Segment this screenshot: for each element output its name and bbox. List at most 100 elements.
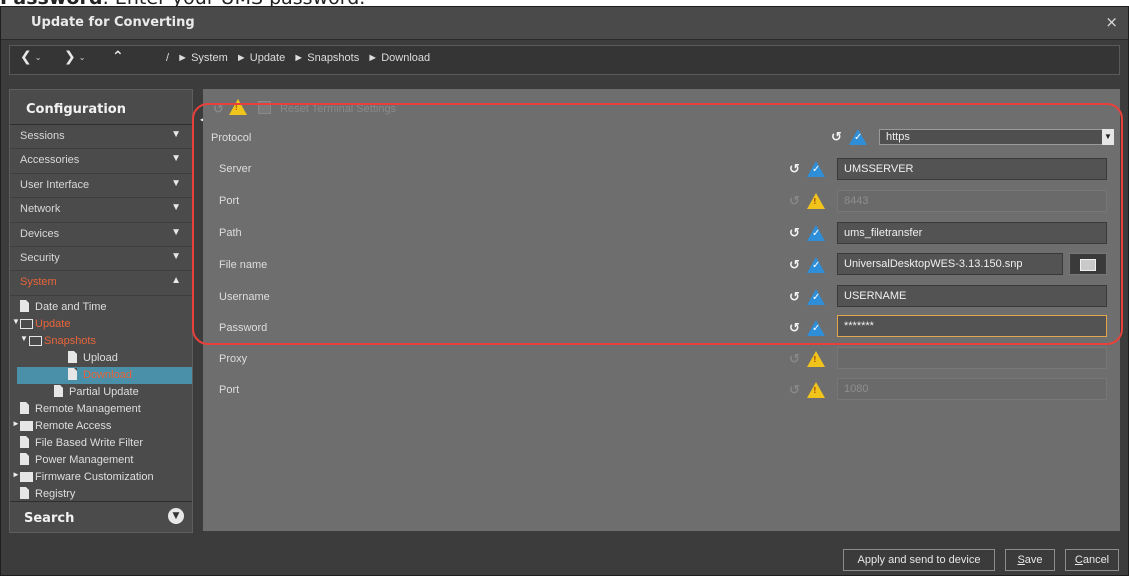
proxy-port-field[interactable]: 1080 [837,378,1107,400]
dialog-footer: Apply and send to device Save Cancel [1,539,1128,575]
file-name-label: File name [219,259,268,271]
sidebar-item-sessions[interactable]: Sessions ▼ [10,125,192,150]
cancel-button[interactable]: Cancel [1065,549,1119,571]
server-field[interactable]: UMSSERVER [837,158,1107,180]
chevron-down-icon: ▼ [171,153,181,165]
file-icon [20,435,29,448]
check-icon: ✓ [807,257,825,273]
path-field[interactable]: ums_filetransfer [837,222,1107,244]
folder-icon [20,471,33,482]
navigation-bar: ❮ ⌄ ❯ ⌄ ⌃ / ► System ► Update ► Snapshots … [9,45,1120,75]
breadcrumb-system[interactable]: ► System [177,52,228,64]
check-icon: ✓ [807,289,825,305]
chevron-down-icon: ⌄ [34,52,42,62]
undo-icon[interactable]: ↺ [789,321,800,336]
collapse-icon: ► [12,418,20,428]
password-status-icons: ↺ ✓ [789,320,829,338]
title-bar: Update for Converting × [1,7,1128,40]
path-status-icons: ↺ ✓ [789,225,829,243]
tree-item-remote-access[interactable]: ► Remote Access [10,418,192,435]
browse-folder-button[interactable] [1069,253,1107,275]
breadcrumb-update[interactable]: ► Update [236,52,285,64]
password-field[interactable]: ******* [837,315,1107,337]
chevron-down-icon: ▼ [171,226,181,238]
tree-item-date-time[interactable]: Date and Time [10,299,192,316]
chevron-down-icon: ▼ [171,202,181,214]
file-icon [68,350,77,363]
close-icon[interactable]: × [1105,13,1118,31]
username-status-icons: ↺ ✓ [789,289,829,307]
sidebar-item-user-interface[interactable]: User Interface ▼ [10,174,192,199]
username-field[interactable]: USERNAME [837,285,1107,307]
undo-icon[interactable]: ↺ [789,290,800,305]
save-button[interactable]: Save [1005,549,1055,571]
password-label: Password [219,322,268,334]
tree-item-fbwf[interactable]: File Based Write Filter [10,435,192,452]
port-field[interactable]: 8443 [837,190,1107,212]
warning-icon: ! [807,382,825,398]
tree-item-download[interactable]: Download [17,366,192,384]
apply-send-button[interactable]: Apply and send to device [843,549,995,571]
tree-item-snapshots[interactable]: ▼ Snapshots [10,333,192,350]
undo-icon: ↺ [213,102,224,117]
file-icon [20,486,29,499]
breadcrumb-snapshots[interactable]: ► Snapshots [293,52,359,64]
reset-terminal-row: ↺ ! Reset Terminal Settings [213,99,397,117]
collapse-icon: ► [12,469,20,479]
up-button[interactable]: ⌃ [112,49,124,65]
back-button[interactable]: ❮ ⌄ [20,49,41,65]
breadcrumb-root[interactable]: / [166,52,169,64]
folder-icon [20,420,33,431]
file-icon [54,384,63,397]
forward-button[interactable]: ❯ ⌄ [64,49,85,65]
check-icon: ✓ [849,129,867,145]
sidebar-item-devices[interactable]: Devices ▼ [10,223,192,247]
tree-item-upload[interactable]: Upload [10,350,192,367]
tree-item-power-management[interactable]: Power Management [10,452,192,469]
undo-icon: ↺ [789,352,800,367]
file-name-field[interactable]: UniversalDesktopWES-3.13.150.snp [837,253,1063,275]
sidebar-item-accessories[interactable]: Accessories ▼ [10,149,192,174]
protocol-select[interactable]: https ▼ [879,129,1114,145]
configuration-sidebar: Configuration Sessions ▼ Accessories ▼ Use… [9,89,193,533]
check-icon: ✓ [807,161,825,177]
proxy-field[interactable] [837,347,1107,369]
protocol-label: Protocol [211,132,252,144]
file-name-status-icons: ↺ ✓ [789,257,829,275]
system-tree: Date and Time ▼ Update ▼ Snapshots Upload … [10,296,192,503]
sidebar-item-system[interactable]: System ▲ [10,271,192,296]
check-icon: ✓ [807,225,825,241]
breadcrumb-download[interactable]: ► Download [367,52,430,64]
file-icon [20,299,29,312]
window-title: Update for Converting [31,15,195,30]
undo-icon[interactable]: ↺ [789,162,800,177]
port-label: Port [219,195,240,207]
warning-icon: ! [807,193,825,209]
sidebar-item-security[interactable]: Security ▼ [10,247,192,272]
file-icon [68,367,77,380]
reset-terminal-checkbox[interactable] [258,101,272,114]
tree-item-update[interactable]: ▼ Update [10,316,192,333]
forward-icon: ❯ [64,49,76,65]
sidebar-search[interactable]: Search ▼ [10,501,192,532]
tree-item-firmware-customization[interactable]: ► Firmware Customization [10,469,192,486]
sidebar-item-network[interactable]: Network ▼ [10,198,192,223]
reset-terminal-label: Reset Terminal Settings [280,103,397,115]
tree-item-remote-management[interactable]: Remote Management [10,401,192,418]
search-expand-icon[interactable]: ▼ [168,508,184,524]
chevron-down-icon: ⌄ [78,52,86,62]
warning-icon: ! [807,351,825,367]
undo-icon: ↺ [789,194,800,209]
path-label: Path [219,227,242,239]
undo-icon[interactable]: ↺ [789,226,800,241]
undo-icon: ↺ [789,383,800,398]
tree-item-partial-update[interactable]: Partial Update [10,384,192,401]
protocol-status-icons: ↺ ✓ [831,129,871,147]
sidebar-header[interactable]: Configuration [10,90,192,125]
server-status-icons: ↺ ✓ [789,161,829,179]
breadcrumb: / ► System ► Update ► Snapshots ► Downlo… [166,52,435,64]
back-icon: ❮ [20,49,32,65]
undo-icon[interactable]: ↺ [789,258,800,273]
undo-icon[interactable]: ↺ [831,130,842,145]
dialog-window: Update for Converting × ❮ ⌄ ❯ ⌄ ⌃ / ► Syst… [0,6,1129,576]
